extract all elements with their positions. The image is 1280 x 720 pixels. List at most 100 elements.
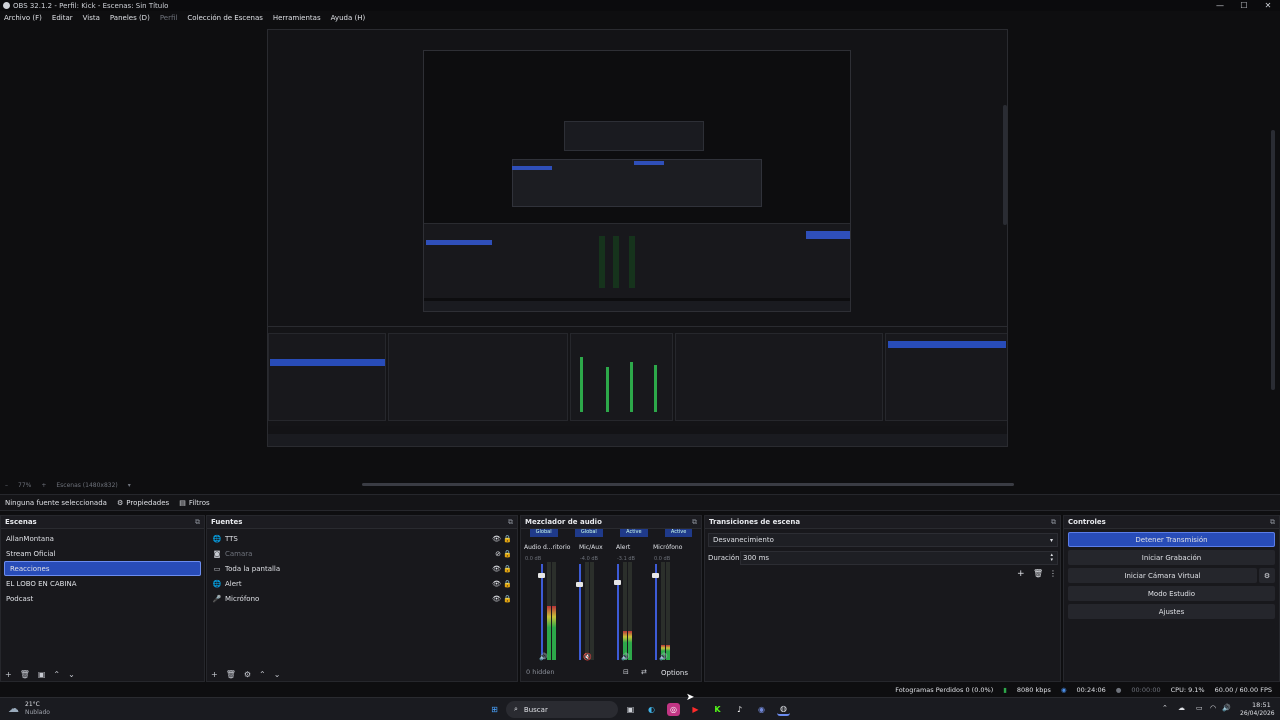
zoom-minus-icon[interactable]: – — [5, 482, 8, 489]
channel-name[interactable]: Mic/Aux — [579, 544, 603, 553]
source-item-microfono[interactable]: 🎤 Micrófono 👁 🔒 — [207, 591, 517, 606]
fader-knob[interactable] — [652, 573, 659, 578]
mixer-tab[interactable]: Global — [529, 529, 558, 537]
eye-icon[interactable]: 👁 — [492, 535, 501, 543]
add-icon[interactable]: + — [5, 670, 12, 679]
link-icon[interactable]: ⇄ — [641, 668, 647, 676]
lock-icon[interactable]: 🔒 — [503, 580, 512, 588]
gear-icon[interactable]: ⚙ — [1259, 568, 1275, 583]
add-icon[interactable]: + — [1017, 569, 1025, 579]
source-item-tts[interactable]: 🌐 TTS 👁 🔒 — [207, 531, 517, 546]
close-icon[interactable]: ✕ — [1256, 0, 1280, 11]
youtube-icon[interactable]: ▶ — [689, 703, 702, 716]
menu-archivo[interactable]: Archivo (F) — [4, 14, 42, 22]
add-icon[interactable]: + — [211, 670, 218, 679]
taskbar-search[interactable]: ⌕ Buscar — [506, 701, 618, 718]
settings-button[interactable]: Ajustes — [1068, 604, 1275, 619]
mixer-tab[interactable]: Global — [574, 529, 603, 537]
mixer-tab[interactable]: Active — [664, 529, 693, 537]
canvas-scale[interactable]: Escenas (1480x832) — [56, 482, 117, 489]
scene-item-selected[interactable]: Reacciones — [4, 561, 201, 576]
volume-fader[interactable] — [579, 564, 581, 660]
start-virtual-camera-button[interactable]: Iniciar Cámara Virtual — [1068, 568, 1257, 583]
eye-icon[interactable]: 👁 — [492, 580, 501, 588]
scene-item[interactable]: Podcast — [1, 591, 204, 606]
trash-icon[interactable]: 🗑 — [226, 670, 236, 679]
zoom-plus-icon[interactable]: + — [41, 482, 46, 489]
volume-icon[interactable]: 🔊 — [1222, 704, 1231, 712]
speaker-icon[interactable]: 🔊 — [539, 653, 548, 661]
properties-button[interactable]: ⚙ Propiedades — [117, 499, 169, 507]
battery-icon[interactable]: ▭ — [1196, 704, 1203, 712]
gear-icon[interactable]: ⚙ — [244, 670, 251, 679]
lock-icon[interactable]: 🔒 — [503, 535, 512, 543]
windows-start-icon[interactable]: ⊞ — [488, 703, 501, 716]
trash-icon[interactable]: 🗑 — [20, 670, 30, 679]
channel-name[interactable]: Alert — [616, 544, 630, 553]
task-view-icon[interactable]: ▣ — [624, 703, 637, 716]
instagram-icon[interactable]: ◎ — [667, 703, 680, 716]
menu-perfil[interactable]: Perfil — [160, 14, 178, 22]
preview-vertical-scrollbar[interactable] — [1003, 105, 1007, 225]
eye-icon[interactable]: 👁 — [492, 565, 501, 573]
eye-icon[interactable]: 👁 — [492, 595, 501, 603]
filter-icon[interactable]: ▣ — [38, 670, 46, 679]
channel-name[interactable]: Micrófono — [653, 544, 682, 553]
undock-icon[interactable]: ⧉ — [692, 518, 697, 527]
stop-stream-button[interactable]: Detener Transmisión — [1068, 532, 1275, 547]
clock-date[interactable]: 26/04/2026 — [1240, 710, 1275, 717]
scene-item[interactable]: AllanMontana — [1, 531, 204, 546]
studio-mode-button[interactable]: Modo Estudio — [1068, 586, 1275, 601]
volume-fader[interactable] — [655, 564, 657, 660]
chevron-down-icon[interactable]: ⌄ — [274, 670, 281, 679]
undock-icon[interactable]: ⧉ — [1270, 518, 1275, 527]
fader-knob[interactable] — [576, 582, 583, 587]
eye-hidden-icon[interactable]: ⊘ — [495, 550, 501, 558]
discord-icon[interactable]: ◉ — [755, 703, 768, 716]
speaker-icon[interactable]: 🔊 — [659, 653, 668, 661]
main-vertical-scrollbar[interactable] — [1271, 130, 1275, 390]
chevron-down-icon[interactable]: ▾ — [128, 482, 131, 489]
lock-icon[interactable]: 🔒 — [503, 565, 512, 573]
menu-vista[interactable]: Vista — [83, 14, 100, 22]
speaker-icon[interactable]: 🔊 — [621, 653, 630, 661]
undock-icon[interactable]: ⧉ — [195, 518, 200, 527]
chevron-up-icon[interactable]: ⌃ — [53, 670, 60, 679]
minimize-icon[interactable]: — — [1208, 0, 1232, 11]
cloud-icon[interactable]: ☁ — [8, 702, 19, 715]
chevron-down-icon[interactable]: ⌄ — [68, 670, 75, 679]
source-item-alert[interactable]: 🌐 Alert 👁 🔒 — [207, 576, 517, 591]
maximize-icon[interactable]: ☐ — [1232, 0, 1256, 11]
more-vertical-icon[interactable]: ⋮ — [1049, 569, 1057, 578]
menu-ayuda[interactable]: Ayuda (H) — [331, 14, 366, 22]
lock-icon[interactable]: 🔒 — [503, 550, 512, 558]
trash-icon[interactable]: 🗑 — [1033, 569, 1043, 578]
undock-icon[interactable]: ⧉ — [508, 518, 513, 527]
fader-knob[interactable] — [538, 573, 545, 578]
fader-knob[interactable] — [614, 580, 621, 586]
edge-icon[interactable]: ◐ — [645, 703, 658, 716]
undock-icon[interactable]: ⧉ — [1051, 518, 1056, 527]
transition-select[interactable]: Desvanecimiento ▾ — [708, 533, 1058, 547]
start-recording-button[interactable]: Iniciar Grabación — [1068, 550, 1275, 565]
mixer-layout-icon[interactable]: ⊟ — [623, 668, 629, 676]
volume-fader[interactable] — [541, 564, 543, 660]
speaker-muted-icon[interactable]: 🔇 — [583, 653, 592, 661]
chevron-up-icon[interactable]: ⌃ — [259, 670, 266, 679]
menu-editar[interactable]: Editar — [52, 14, 73, 22]
filters-button[interactable]: ▤ Filtros — [179, 499, 209, 507]
menu-herramientas[interactable]: Herramientas — [273, 14, 321, 22]
scene-item[interactable]: EL LOBO EN CABINA — [1, 576, 204, 591]
menu-paneles[interactable]: Paneles (D) — [110, 14, 150, 22]
clock-time[interactable]: 18:51 — [1252, 701, 1271, 709]
menu-coleccion-escenas[interactable]: Colección de Escenas — [187, 14, 263, 22]
lock-icon[interactable]: 🔒 — [503, 595, 512, 603]
obs-icon[interactable]: ◍ — [777, 703, 790, 716]
weather-temp[interactable]: 21°C — [25, 701, 40, 708]
options-button[interactable]: Options — [661, 669, 688, 677]
cloud-sync-icon[interactable]: ☁ — [1178, 704, 1185, 712]
weather-desc[interactable]: Nublado — [25, 709, 50, 716]
duration-input[interactable]: 300 ms ▴ ▾ — [740, 551, 1058, 565]
channel-name[interactable]: Audio d...ritorio — [524, 544, 570, 553]
chevron-up-icon[interactable]: ⌃ — [1162, 704, 1168, 712]
